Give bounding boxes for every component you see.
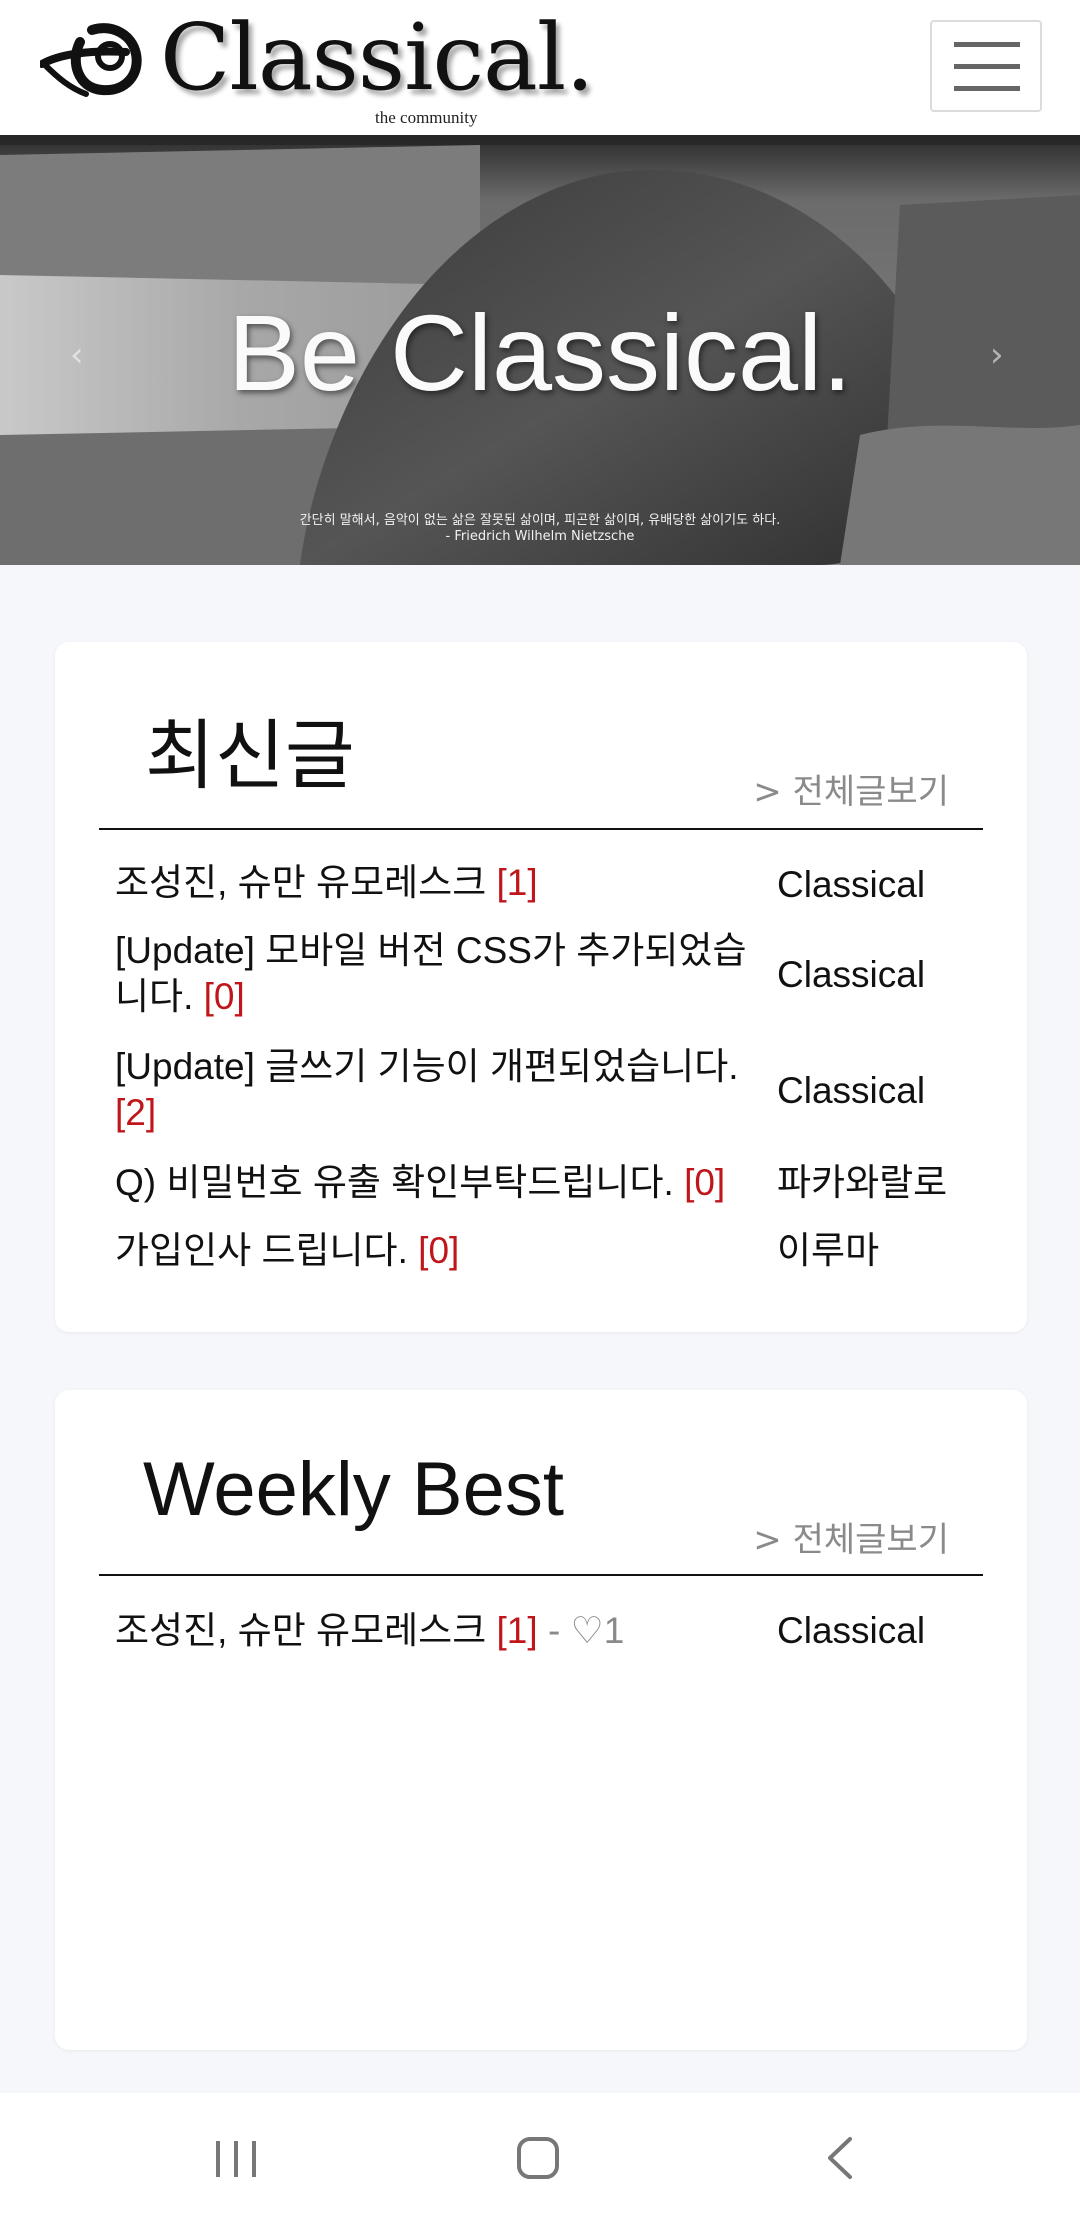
divider [99,1574,983,1576]
post-author: 파카와랄로 [777,1162,948,1203]
comment-count: [0] [418,1230,460,1271]
post-title[interactable]: [Update] 모바일 버전 CSS가 추가되었습니다. [0] [115,928,755,1020]
latest-posts-card: 최신글 > 전체글보기 조성진, 슈만 유모레스크 [1] Classical … [55,642,1027,1332]
top-header: Classical. the community [0,0,1080,135]
weekly-best-card: Weekly Best > 전체글보기 조성진, 슈만 유모레스크 [1] - … [55,1390,1027,2050]
hero-quote-author: - Friedrich Wilhelm Nietzsche [445,529,635,544]
post-title[interactable]: 조성진, 슈만 유모레스크 [1] - ♡1 [115,1608,755,1654]
hamburger-icon [954,42,1020,47]
home-icon[interactable] [498,2123,578,2193]
recents-icon[interactable] [196,2123,276,2193]
hero-carousel[interactable]: ‹ › Be Classical. 간단히 말해서, 음악이 없는 삶은 잘못된… [0,135,1080,565]
hamburger-icon [954,64,1020,69]
logo-text: Classical. [160,4,595,111]
menu-button[interactable] [930,20,1042,112]
hero-title: Be Classical. [227,292,853,413]
logo-subtitle: the community [375,108,478,127]
system-navigation-bar [0,2093,1080,2220]
comment-count: [2] [115,1092,157,1133]
back-icon[interactable] [800,2123,880,2193]
comment-count: [1] [496,862,538,903]
post-author: Classical [777,864,926,905]
comment-count: [1] [496,1610,538,1651]
logo-mark-icon [40,23,142,97]
post-author: Classical [777,1070,926,1111]
hero-quote: 간단히 말해서, 음악이 없는 삶은 잘못된 삶이며, 피곤한 삶이며, 유배당… [0,513,1080,545]
post-title[interactable]: Q) 비밀번호 유출 확인부탁드립니다. [0] [115,1160,755,1206]
divider [99,828,983,830]
post-author: Classical [777,1610,926,1651]
site-logo[interactable]: Classical. the community [40,12,595,127]
hero-quote-text: 간단히 말해서, 음악이 없는 삶은 잘못된 삶이며, 피곤한 삶이며, 유배당… [299,513,781,528]
hamburger-icon [954,86,1020,91]
post-title[interactable]: [Update] 글쓰기 기능이 개편되었습니다. [2] [115,1044,755,1136]
post-author: 이루마 [777,1230,880,1271]
like-count: - ♡1 [537,1610,625,1651]
post-author: Classical [777,954,926,995]
latest-view-all-link[interactable]: > 전체글보기 [753,764,949,813]
weekly-best-title: Weekly Best [143,1447,564,1532]
comment-count: [0] [684,1162,726,1203]
latest-posts-title: 최신글 [145,714,355,799]
weekly-view-all-link[interactable]: > 전체글보기 [753,1512,949,1561]
comment-count: [0] [203,976,245,1017]
post-title[interactable]: 조성진, 슈만 유모레스크 [1] [115,860,755,906]
post-title[interactable]: 가입인사 드립니다. [0] [115,1228,755,1274]
